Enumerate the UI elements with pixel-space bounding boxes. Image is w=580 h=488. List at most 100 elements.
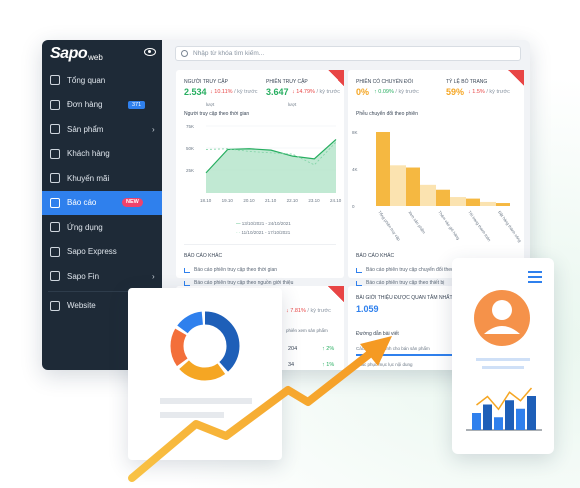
new-ribbon — [508, 70, 524, 86]
other-reports-title: BÁO CÁO KHÁC — [356, 253, 395, 259]
article-row-1[interactable]: Cách tạo mô hình cho bán sản phẩm — [356, 346, 430, 351]
bar — [483, 404, 492, 430]
sidebar-item-label: Sapo Express — [67, 247, 117, 257]
sidebar-item-label: Sapo Fin — [67, 271, 100, 281]
y-tick-label: 50K — [186, 146, 194, 151]
traffic-chart-title: Người truy cập theo thời gian — [184, 111, 250, 117]
visitors-sub: lượt — [206, 102, 215, 107]
bar — [436, 189, 450, 206]
report-link-1[interactable]: Báo cáo phiên truy cập theo thời gian — [184, 267, 277, 273]
bar — [472, 413, 481, 430]
chart-icon — [184, 280, 190, 286]
gift-icon — [50, 173, 60, 184]
funnel-chart: 8K 4K 0 Tổng phiên truy cập Xem sản phẩm Thêm… — [352, 130, 523, 243]
top-articles-label: BÀI GIỚI THIỆU ĐƯỢC QUAN TÂM NHẤT — [356, 295, 453, 301]
user-icon — [50, 148, 60, 159]
fin-icon — [50, 271, 60, 282]
sidebar-item-8[interactable]: Sapo Express — [42, 240, 162, 265]
product-row-value-2: 34 — [288, 362, 295, 368]
visitors-label: NGƯỜI TRUY CẬP — [184, 79, 228, 85]
chart-icon — [356, 280, 362, 286]
product-row-change-2: ↑ 1% — [322, 362, 335, 368]
traffic-card: NGƯỜI TRUY CẬP 2.534 ↓ 10.11% / kỳ trước… — [176, 70, 344, 286]
chart-icon — [356, 267, 362, 273]
article-row-2[interactable]: Khắc phục mục lục nội dung — [356, 362, 413, 367]
mini-bar-chart — [466, 387, 542, 431]
bar — [496, 203, 510, 206]
search-box[interactable]: Nhập từ khóa tìm kiếm... — [175, 46, 521, 61]
eye-icon[interactable] — [144, 48, 156, 56]
x-tick-label: 19.10 — [222, 198, 234, 203]
dropoff-band — [420, 184, 436, 206]
converted-change: ↑ 0.09% / kỳ trước — [374, 89, 419, 95]
legend-item-2: - - 11/10/2021 - 17/10/2021 — [236, 230, 291, 235]
bar — [376, 132, 390, 206]
chevron-right-icon: › — [152, 125, 155, 134]
product-view-label: phiên xem sản phẩm — [286, 328, 328, 333]
sidebar-item-7[interactable]: Ứng dụng — [42, 215, 162, 240]
x-tick-label: Tới trang thanh toán — [467, 210, 492, 243]
search-input[interactable]: Nhập từ khóa tìm kiếm... — [193, 50, 264, 57]
dropoff-band — [450, 197, 466, 206]
x-tick-label: 20.10 — [243, 198, 255, 203]
donut-card — [128, 288, 282, 460]
y-tick-label: 4K — [352, 167, 358, 172]
box-icon — [50, 124, 60, 135]
sidebar-item-label: Sản phẩm — [67, 124, 104, 134]
sidebar-item-3[interactable]: Sản phẩm › — [42, 117, 162, 142]
sidebar-item-label: Khách hàng — [67, 149, 110, 159]
bounce-rate-label: TỶ LỆ BỎ TRANG — [446, 79, 488, 85]
product-row-value-1: 204 — [288, 346, 298, 352]
sidebar-item-label: Khuyến mãi — [67, 173, 110, 183]
sidebar-item-1[interactable]: Tổng quan — [42, 68, 162, 93]
sessions-change: ↓ 14.79% / kỳ trước — [292, 89, 340, 95]
orders-icon — [50, 99, 60, 110]
sidebar-item-label: Ứng dụng — [67, 222, 103, 232]
y-tick-label: 8K — [352, 130, 358, 135]
traffic-chart: 75K 50K 25K 18.10 19.10 20.10 21.10 22.10 23.10 2… — [186, 124, 342, 203]
bar — [494, 417, 503, 430]
sidebar-item-label: Website — [67, 301, 96, 311]
website-icon — [50, 300, 60, 311]
top-articles-value: 1.059 — [356, 304, 379, 314]
x-tick-label: 24.10 — [330, 198, 342, 203]
sidebar-item-9[interactable]: Sapo Fin › — [42, 264, 162, 289]
sessions-sub: lượt — [288, 102, 297, 107]
bar — [505, 400, 514, 430]
home-icon — [50, 75, 60, 86]
bar — [527, 396, 536, 430]
x-tick-label: Tổng phiên truy cập — [377, 210, 402, 242]
sidebar-item-6[interactable]: Báo cáo NEW — [42, 190, 162, 215]
sidebar-item-label: Tổng quan — [67, 75, 106, 85]
bar — [466, 198, 480, 206]
converted-sessions-value: 0% — [356, 87, 370, 97]
donut-chart — [160, 311, 252, 418]
legend-item-1: — 13/10/2021 - 24/10/2021 — [236, 221, 291, 226]
sidebar-item-5[interactable]: Khuyến mãi — [42, 166, 162, 191]
other-reports-title: BÁO CÁO KHÁC — [184, 253, 223, 259]
article-path-label: Đường dẫn bài viết — [356, 331, 399, 337]
dropoff-band — [390, 165, 406, 206]
sessions-value: 3.647 — [266, 87, 289, 97]
sidebar-item-2[interactable]: Đơn hàng 371 — [42, 93, 162, 118]
dropoff-band — [480, 201, 496, 206]
chevron-right-icon: › — [152, 272, 155, 281]
order-count-badge: 371 — [128, 100, 146, 109]
product-view-change: ↓ 7.81% / kỳ trước — [286, 308, 331, 314]
sidebar-item-4[interactable]: Khách hàng — [42, 142, 162, 167]
new-badge: NEW — [122, 197, 143, 207]
apps-icon — [50, 222, 60, 233]
bounce-rate-value: 59% — [446, 87, 465, 97]
new-ribbon — [328, 286, 344, 302]
express-icon — [50, 246, 60, 257]
x-tick-label: 23.10 — [308, 198, 320, 203]
y-tick-label: 25K — [186, 168, 194, 173]
product-row-change-1: ↑ 2% — [322, 346, 335, 352]
y-tick-label: 75K — [186, 124, 194, 129]
x-tick-label: Đặt hàng thành công — [497, 210, 522, 243]
sidebar-item-label: Báo cáo — [67, 198, 97, 208]
sessions-label: PHIÊN TRUY CẬP — [266, 79, 308, 85]
visitors-change: ↓ 10.11% / kỳ trước — [210, 89, 258, 95]
divider — [184, 244, 336, 245]
placeholder-line — [160, 398, 252, 404]
